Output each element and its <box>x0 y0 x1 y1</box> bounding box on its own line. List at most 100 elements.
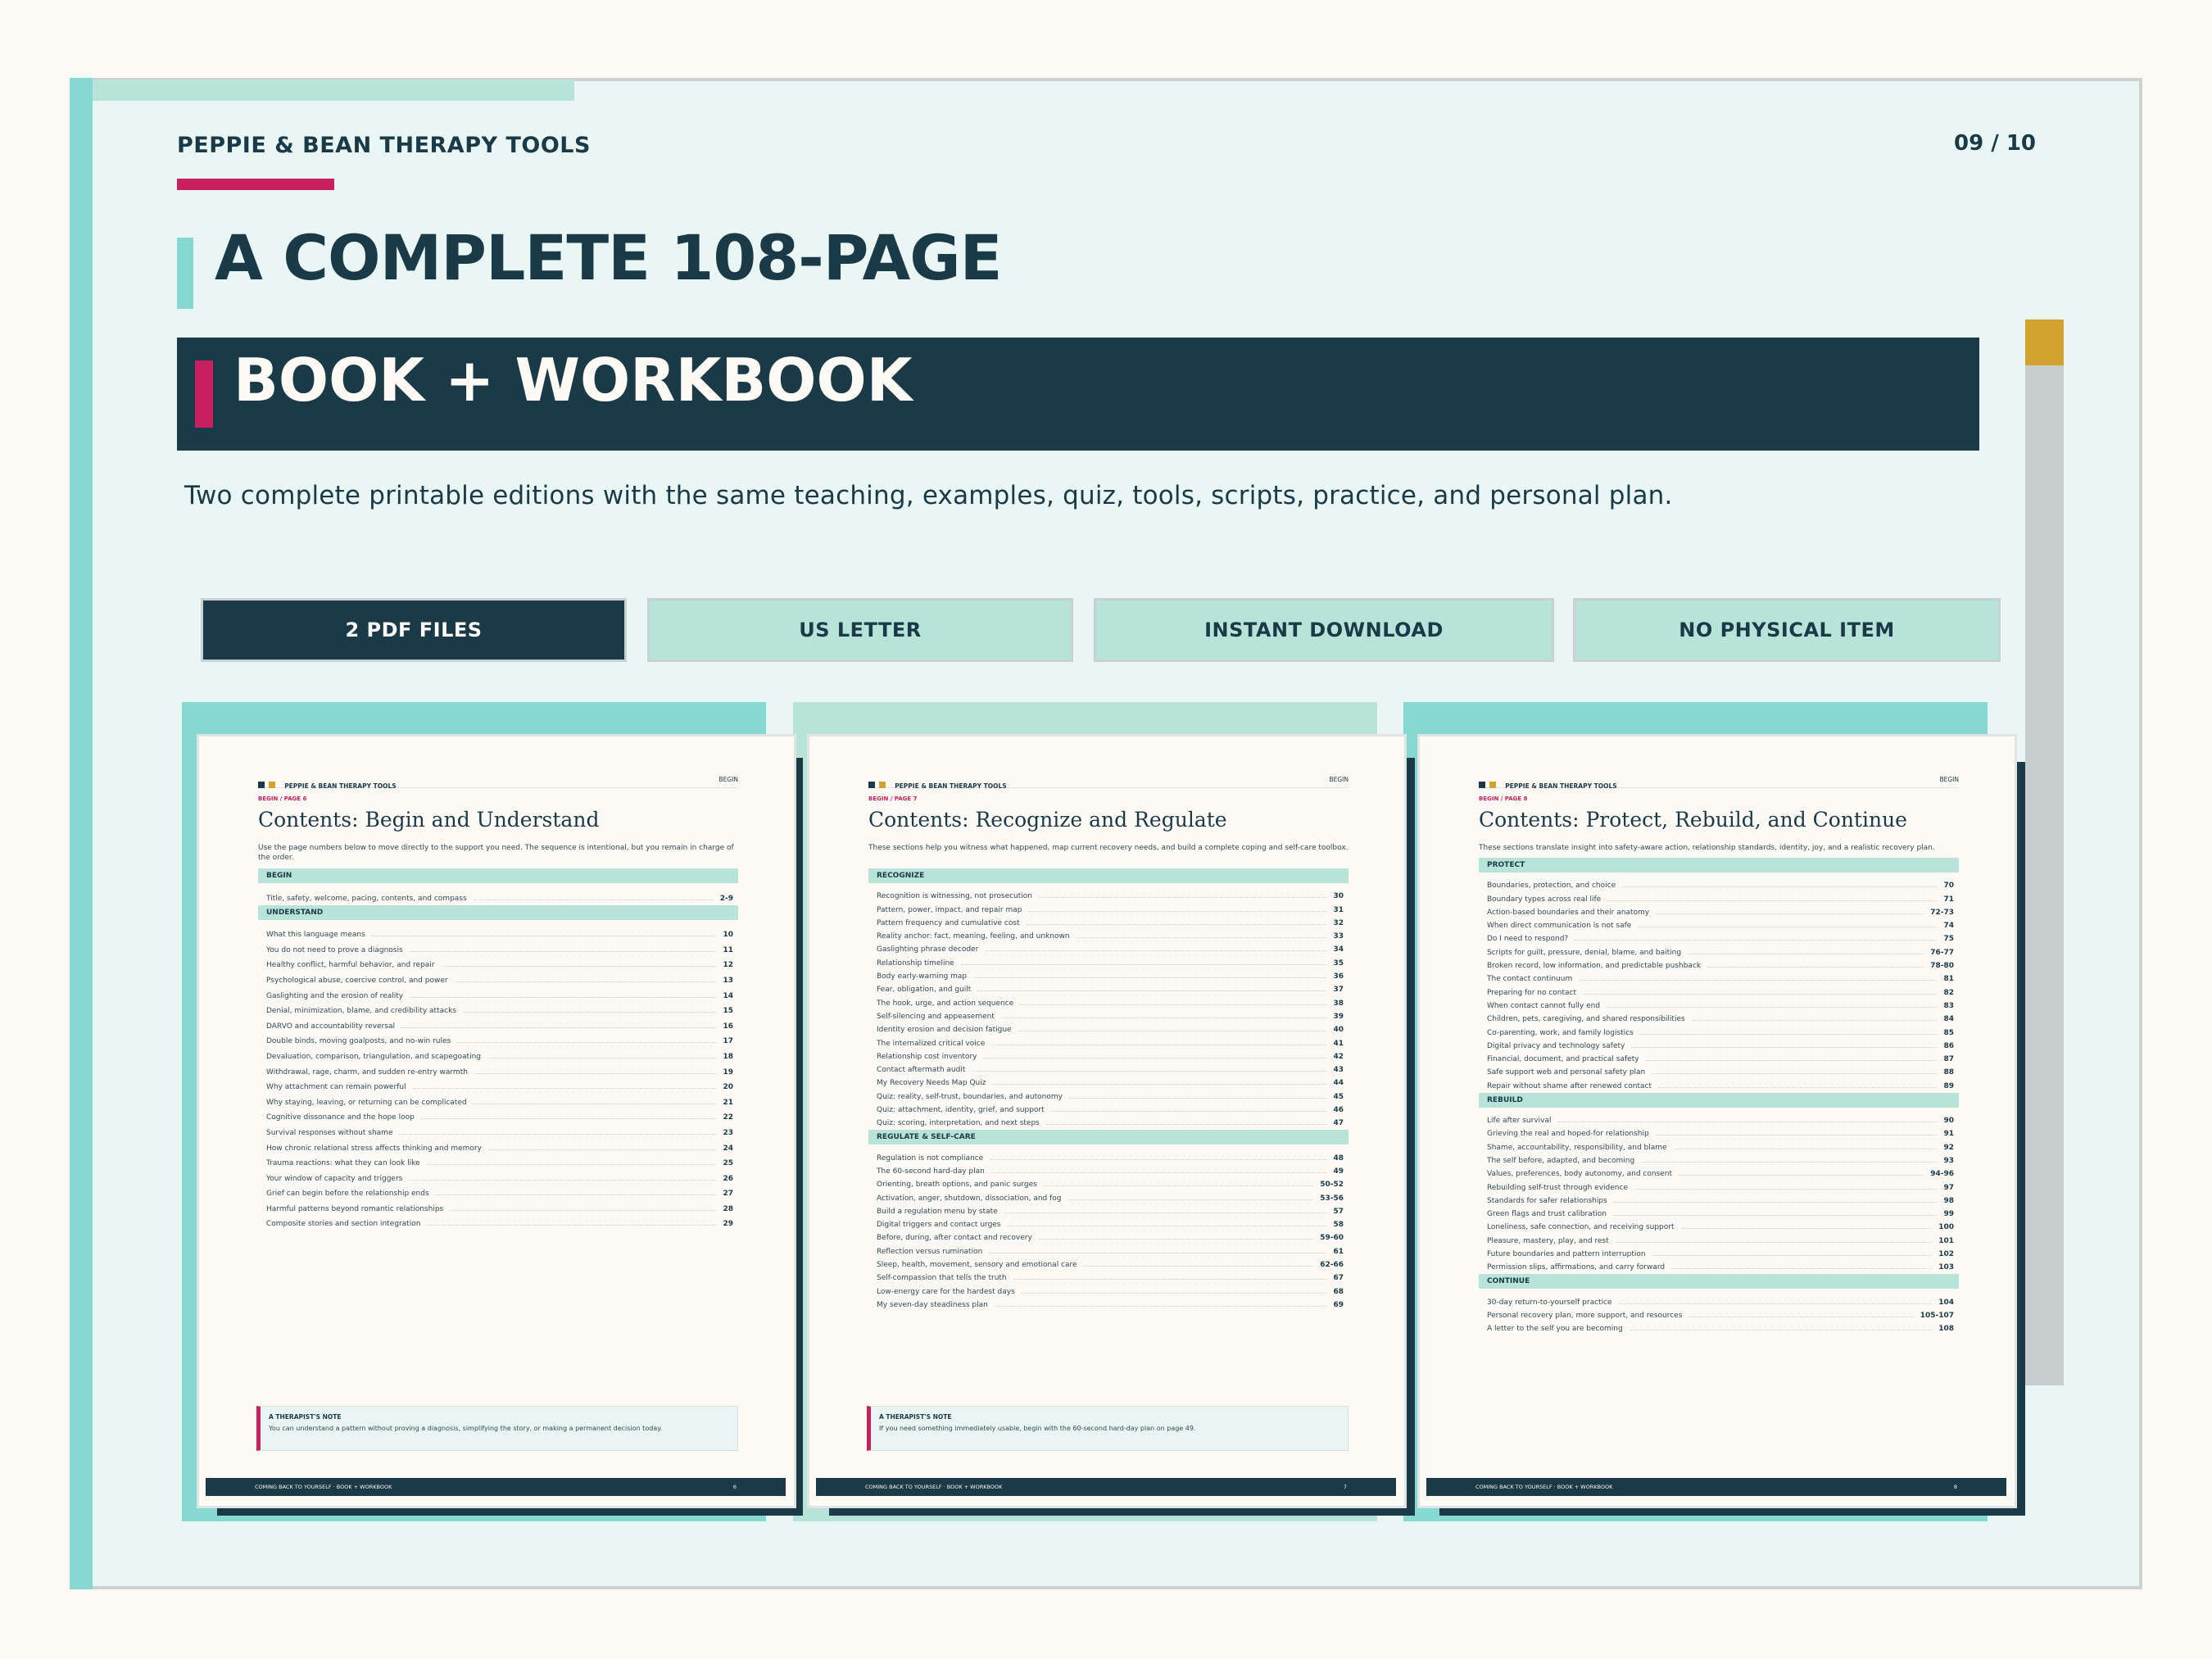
toc-row: Relationship timeline 35 <box>877 959 1344 968</box>
top-accent-strip <box>93 79 574 101</box>
toc-row: Why staying, leaving, or returning can b… <box>266 1098 733 1107</box>
toc-row: Values, preferences, body autonomy, and … <box>1487 1170 1954 1179</box>
toc-row: Rebuilding self-trust through evidence 97 <box>1487 1183 1954 1192</box>
toc-row: Life after survival 90 <box>1487 1117 1954 1126</box>
page-indicator: 09 / 10 <box>1954 131 2036 156</box>
toc-row: Self-compassion that tells the truth 67 <box>877 1274 1344 1283</box>
page-footer: COMING BACK TO YOURSELF · BOOK + WORKBOO… <box>206 1478 786 1496</box>
brand-mark-icon <box>868 782 875 788</box>
page-footer: COMING BACK TO YOURSELF · BOOK + WORKBOO… <box>816 1478 1396 1496</box>
brand-mark-icon <box>1479 782 1485 788</box>
toc-row: Orienting, breath options, and panic sur… <box>877 1181 1344 1190</box>
toc-row: Devaluation, comparison, triangulation, … <box>266 1052 733 1061</box>
toc-row: Regulation is not compliance 48 <box>877 1154 1344 1163</box>
footer-page-number: 6 <box>732 1484 737 1490</box>
toc-row: Reality anchor: fact, meaning, feeling, … <box>877 932 1344 941</box>
side-bar <box>2025 365 2064 1385</box>
document-page-1: PEPPIE & BEAN THERAPY TOOLS BEGIN BEGIN … <box>197 734 796 1508</box>
chip-us-letter: US LETTER <box>647 598 1073 662</box>
toc-row: 30-day return-to-yourself practice 104 <box>1487 1298 1954 1307</box>
toc-row: My seven-day steadiness plan 69 <box>877 1300 1344 1309</box>
chip-pdf-files: 2 PDF FILES <box>201 598 627 662</box>
footer-page-number: 8 <box>1953 1484 1957 1490</box>
toc-row: Double binds, moving goalposts, and no-w… <box>266 1037 733 1046</box>
left-accent-bar <box>70 78 93 1589</box>
toc-row: The self before, adapted, and becoming 93 <box>1487 1156 1954 1165</box>
page-header-brand: PEPPIE & BEAN THERAPY TOOLS <box>1505 782 1617 790</box>
note-title: A THERAPIST'S NOTE <box>879 1413 952 1421</box>
toc-row: Grieving the real and hoped-for relation… <box>1487 1130 1954 1139</box>
page-heading: Contents: Begin and Understand <box>258 808 600 832</box>
subtitle-accent <box>195 360 213 428</box>
toc-row: Gaslighting and the erosion of reality 14 <box>266 991 733 1000</box>
page-kicker: BEGIN / PAGE 6 <box>258 796 307 802</box>
toc-row: Your window of capacity and triggers 26 <box>266 1174 733 1183</box>
toc-row: Trauma reactions: what they can look lik… <box>266 1159 733 1168</box>
footer-page-number: 7 <box>1343 1484 1347 1490</box>
toc-row: Safe support web and personal safety pla… <box>1487 1068 1954 1077</box>
toc-row: Composite stories and section integratio… <box>266 1220 733 1229</box>
chip-no-physical-item: NO PHYSICAL ITEM <box>1573 598 2001 662</box>
toc-row: Boundaries, protection, and choice 70 <box>1487 882 1954 891</box>
page-subtitle: BOOK + WORKBOOK <box>233 346 913 415</box>
toc-row: Healthy conflict, harmful behavior, and … <box>266 961 733 970</box>
toc-row: A letter to the self you are becoming 108 <box>1487 1325 1954 1334</box>
page-intro: These sections translate insight into sa… <box>1479 844 1935 852</box>
toc-row: Low-energy care for the hardest days 68 <box>877 1287 1344 1296</box>
note-body: If you need something immediately usable… <box>879 1425 1196 1432</box>
toc-row: Identity erosion and decision fatigue 40 <box>877 1026 1344 1035</box>
toc-row: Relationship cost inventory 42 <box>877 1052 1344 1061</box>
toc-row: Survival responses without shame 23 <box>266 1128 733 1137</box>
toc-row: Pattern frequency and cumulative cost 32 <box>877 918 1344 927</box>
toc-row: Quiz: scoring, interpretation, and next … <box>877 1119 1344 1128</box>
toc-row: Denial, minimization, blame, and credibi… <box>266 1007 733 1016</box>
toc-row: The 60-second hard-day plan 49 <box>877 1167 1344 1176</box>
page-header-brand: PEPPIE & BEAN THERAPY TOOLS <box>284 782 397 790</box>
page-intro: These sections help you witness what hap… <box>868 844 1349 852</box>
note-title: A THERAPIST'S NOTE <box>269 1413 342 1421</box>
footer-title: COMING BACK TO YOURSELF · BOOK + WORKBOO… <box>865 1484 1003 1490</box>
toc-row: Digital triggers and contact urges 58 <box>877 1221 1344 1230</box>
toc-row: Title, safety, welcome, pacing, contents… <box>266 894 733 903</box>
therapist-note: A THERAPIST'S NOTE You can understand a … <box>256 1406 738 1451</box>
toc-section-header: RECOGNIZE <box>868 868 1349 883</box>
toc-row: Build a regulation menu by state 57 <box>877 1207 1344 1216</box>
brand-mark-icon <box>269 782 276 788</box>
page-header: PEPPIE & BEAN THERAPY TOOLS BEGIN <box>258 776 738 790</box>
toc-row: Broken record, low information, and pred… <box>1487 962 1954 971</box>
toc-row: Future boundaries and pattern interrupti… <box>1487 1250 1954 1259</box>
toc-row: Personal recovery plan, more support, an… <box>1487 1311 1954 1320</box>
toc-row: Harmful patterns beyond romantic relatio… <box>266 1204 733 1213</box>
toc-row: Green flags and trust calibration 99 <box>1487 1210 1954 1219</box>
page-heading: Contents: Recognize and Regulate <box>868 808 1227 832</box>
toc-row: Financial, document, and practical safet… <box>1487 1055 1954 1064</box>
document-page-3: PEPPIE & BEAN THERAPY TOOLS BEGIN BEGIN … <box>1417 734 2017 1508</box>
toc-row: Quiz: attachment, identity, grief, and s… <box>877 1106 1344 1115</box>
toc-row: You do not need to prove a diagnosis 11 <box>266 945 733 954</box>
page-header-section: BEGIN <box>718 776 738 783</box>
toc-section-header: REBUILD <box>1479 1092 1959 1108</box>
toc-row: Action-based boundaries and their anatom… <box>1487 908 1954 917</box>
page-header: PEPPIE & BEAN THERAPY TOOLS BEGIN <box>1479 776 1959 790</box>
toc-row: How chronic relational stress affects th… <box>266 1144 733 1153</box>
page-kicker: BEGIN / PAGE 7 <box>868 796 918 802</box>
page-kicker: BEGIN / PAGE 8 <box>1479 796 1528 802</box>
page-heading: Contents: Protect, Rebuild, and Continue <box>1479 808 1907 832</box>
toc-section-header: UNDERSTAND <box>258 904 738 920</box>
toc-row: Gaslighting phrase decoder 34 <box>877 945 1344 954</box>
toc-row: Permission slips, affirmations, and carr… <box>1487 1263 1954 1272</box>
toc-row: Loneliness, safe connection, and receivi… <box>1487 1223 1954 1232</box>
toc-row: The contact continuum 81 <box>1487 975 1954 984</box>
toc-row: Grief can begin before the relationship … <box>266 1190 733 1199</box>
toc-row: Do I need to respond? 75 <box>1487 935 1954 944</box>
toc-list: BEGIN Title, safety, welcome, pacing, co… <box>258 866 738 1228</box>
toc-row: Psychological abuse, coercive control, a… <box>266 976 733 985</box>
therapist-note: A THERAPIST'S NOTE If you need something… <box>867 1406 1349 1451</box>
toc-row: Recognition is witnessing, not prosecuti… <box>877 892 1344 901</box>
toc-row: When contact cannot fully end 83 <box>1487 1001 1954 1010</box>
gold-tab <box>2025 320 2064 365</box>
page-header-section: BEGIN <box>1939 776 1959 783</box>
toc-row: Shame, accountability, responsibility, a… <box>1487 1143 1954 1152</box>
brand-name: PEPPIE & BEAN THERAPY TOOLS <box>177 133 591 158</box>
toc-row: Boundary types across real life 71 <box>1487 895 1954 904</box>
